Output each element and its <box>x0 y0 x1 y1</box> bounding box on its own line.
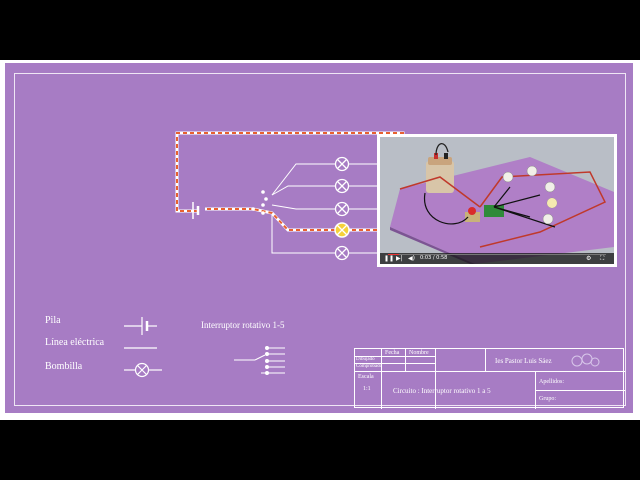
wire-2 <box>271 185 335 196</box>
active-path <box>175 131 405 232</box>
legend-battery-label: Pila <box>45 315 61 326</box>
wire-5 <box>271 215 335 254</box>
tb-fecha: Fecha <box>385 350 400 356</box>
legend-battery-symbol <box>124 317 157 335</box>
tb-grupo: Grupo: <box>539 396 556 402</box>
video-controls[interactable]: ❚❚ ▶| ◀) 0:03 / 0:58 ⚙ ⛶ <box>380 253 614 264</box>
video-player[interactable]: ❚❚ ▶| ◀) 0:03 / 0:58 ⚙ ⛶ <box>380 137 614 264</box>
bulb-4-lit <box>334 222 350 238</box>
legend-bulb-label: Bombilla <box>45 361 83 372</box>
school-logo-icon <box>571 353 600 367</box>
3d-circuit-render <box>380 137 614 264</box>
bulb-3 <box>334 201 350 217</box>
bulb-2 <box>334 178 350 194</box>
next-icon[interactable]: ▶| <box>396 254 403 263</box>
legend-bulb-symbol <box>124 362 162 378</box>
tb-apellidos: Apellidos: <box>539 379 564 385</box>
play-icon[interactable]: ❚❚ <box>384 254 394 263</box>
tb-dibujado: Dibujado <box>356 357 375 362</box>
volume-icon[interactable]: ◀) <box>408 254 415 263</box>
legend-switch-label: Interruptor rotativo 1-5 <box>201 320 285 330</box>
fullscreen-icon[interactable]: ⛶ <box>600 254 604 263</box>
tb-escala-label: Escala <box>358 374 374 380</box>
video-overlay[interactable]: ❚❚ ▶| ◀) 0:03 / 0:58 ⚙ ⛶ <box>377 134 617 267</box>
tb-escala-value: 1:1 <box>363 386 371 392</box>
legend-rotary-switch-symbol <box>234 346 285 375</box>
tb-comprobado: Comprobado <box>356 364 383 369</box>
screen-frame: Pila Línea eléctrica Bombilla Interrupto… <box>0 60 640 420</box>
title-block: Fecha Nombre Dibujado Comprobado Escala … <box>354 348 625 409</box>
wire-3 <box>271 204 335 210</box>
bulb-1 <box>334 156 350 172</box>
legend-wire-label: Línea eléctrica <box>45 337 105 348</box>
tb-nombre: Nombre <box>409 350 429 356</box>
tb-school: Ies Pastor Luis Sáez <box>495 357 552 365</box>
bulb-5 <box>334 245 350 261</box>
tb-circuit-title: Circuito : Interruptor rotativo 1 a 5 <box>393 387 491 395</box>
video-time: 0:03 / 0:58 <box>420 255 448 261</box>
settings-icon[interactable]: ⚙ <box>586 254 591 263</box>
wire-1 <box>271 163 335 196</box>
